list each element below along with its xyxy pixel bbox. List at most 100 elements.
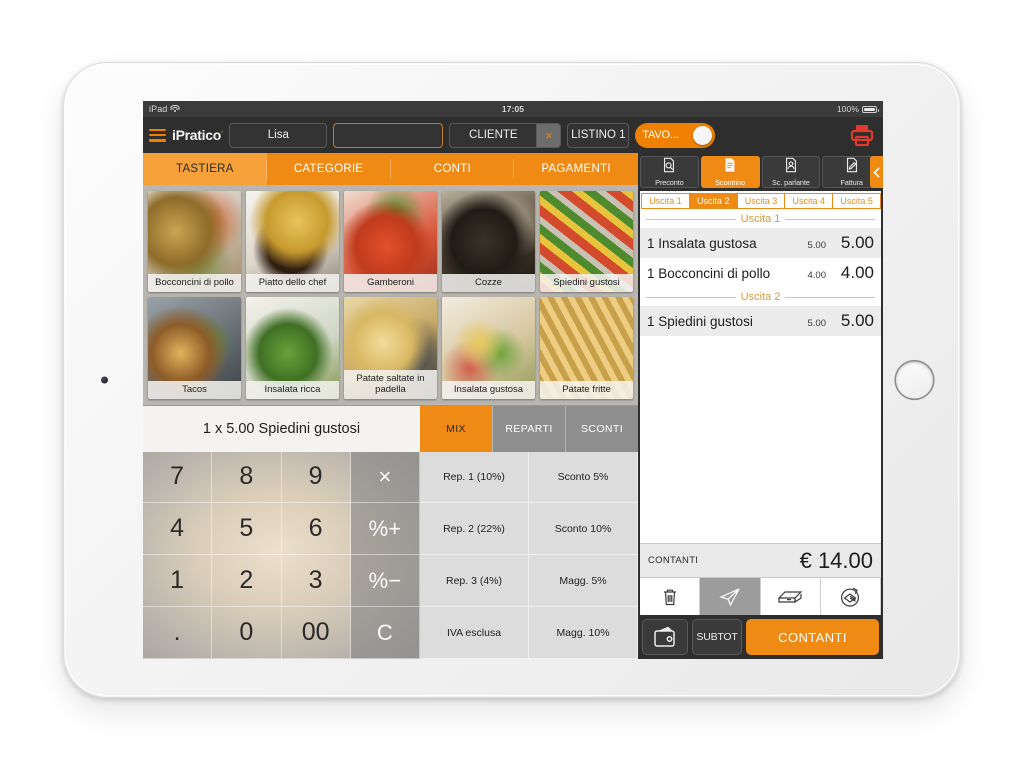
mix-tab-reparti[interactable]: REPARTI — [492, 405, 565, 452]
contanti-button[interactable]: CONTANTI — [746, 619, 879, 655]
separator-line — [785, 296, 875, 298]
key-[interactable]: %+ — [350, 503, 420, 556]
product-tile[interactable]: Insalata gustosa — [442, 297, 535, 399]
uscita-tab-1[interactable]: Uscita 1 — [641, 193, 690, 209]
product-tile[interactable]: Patate saltate in padella — [344, 297, 437, 399]
separator-line — [785, 218, 875, 220]
product-label: Insalata ricca — [246, 380, 339, 399]
ipad-screen: iPad 17:05 100% iPratico· Lisa CLIENTE ×… — [143, 101, 883, 659]
mix-tab-bar: MIX REPARTI SCONTI — [420, 405, 638, 452]
product-label: Patate saltate in padella — [344, 369, 437, 399]
search-input[interactable] — [333, 122, 444, 148]
func-key[interactable]: Rep. 2 (22%) — [420, 503, 529, 556]
total-value: € 14.00 — [799, 547, 873, 573]
uscita-tab-5[interactable]: Uscita 5 — [832, 193, 881, 209]
key-8[interactable]: 8 — [212, 451, 282, 504]
line-item-unit-price: 5.00 — [807, 240, 827, 251]
product-tile[interactable]: Patate fritte — [540, 297, 633, 399]
cash-drawer-icon[interactable] — [761, 578, 821, 615]
key-4[interactable]: 4 — [143, 503, 213, 556]
func-key[interactable]: Sconto 10% — [529, 503, 638, 556]
doc-button-scontrino[interactable]: Scontrino — [700, 156, 760, 188]
mix-tab-mix[interactable]: MIX — [420, 405, 492, 452]
product-label: Piatto dello chef — [246, 274, 339, 293]
tab-tastiera[interactable]: TASTIERA — [143, 153, 267, 185]
subtot-button[interactable]: SUBTOT — [692, 619, 742, 655]
chevron-left-icon[interactable] — [870, 156, 883, 188]
person-document-icon — [783, 157, 799, 178]
printer-icon[interactable] — [849, 123, 875, 147]
cliente-group: CLIENTE × — [449, 122, 562, 148]
trash-icon[interactable] — [640, 578, 701, 615]
product-tile[interactable]: Bocconcini di pollo — [148, 191, 241, 293]
tavolo-toggle[interactable]: TAVO... — [635, 122, 716, 148]
key-6[interactable]: 6 — [281, 503, 351, 556]
product-tile[interactable]: Insalata ricca — [246, 297, 339, 399]
tab-conti[interactable]: CONTI — [391, 153, 515, 185]
numeric-keypad: 7 8 9 × 4 5 6 %+ 1 2 3 %−. 0 00 C — [143, 451, 420, 659]
key-3[interactable]: 3 — [281, 555, 351, 608]
uscita-tab-3[interactable]: Uscita 3 — [736, 193, 786, 209]
func-key[interactable]: Rep. 1 (10%) — [420, 451, 529, 504]
key-2[interactable]: 2 — [212, 555, 282, 608]
cliente-button[interactable]: CLIENTE — [450, 123, 537, 147]
key-9[interactable]: 9 — [281, 451, 351, 504]
func-key[interactable]: Sconto 5% — [529, 451, 638, 504]
key-00[interactable]: 00 — [281, 607, 351, 659]
receipt-icon — [722, 157, 738, 178]
home-button[interactable] — [896, 361, 933, 399]
func-key[interactable]: Rep. 3 (4%) — [420, 555, 529, 608]
line-item-name: 1 Bocconcini di pollo — [647, 266, 771, 281]
send-icon — [700, 578, 761, 615]
key-[interactable]: %− — [350, 555, 420, 608]
listino-button[interactable]: LISTINO 1 — [567, 122, 630, 148]
tab-categorie[interactable]: CATEGORIE — [267, 153, 391, 185]
product-tile[interactable]: Cozze — [442, 191, 535, 293]
key-C[interactable]: C — [350, 607, 420, 659]
battery-icon — [862, 105, 879, 113]
key-0[interactable]: 0 — [212, 607, 282, 659]
refund-icon[interactable] — [821, 578, 881, 615]
keypad-row: 7 8 9 × 4 5 6 %+ 1 2 3 %−. 0 00 C Rep. 1 (10%) Sconto 5… — [143, 451, 638, 659]
receipt-line-item[interactable]: 1 Spiedini gustosi 5.00 5.00 — [640, 306, 881, 336]
func-key[interactable]: Magg. 10% — [529, 607, 638, 659]
app-brand-logo: iPratico· — [172, 127, 224, 143]
hamburger-menu-icon[interactable] — [149, 128, 166, 142]
status-bar-right: 100% — [837, 104, 879, 114]
total-label: CONTANTI — [648, 555, 699, 566]
app-body: TASTIERA CATEGORIE CONTI PAGAMENTI Bocconci… — [143, 153, 883, 659]
mix-tab-sconti[interactable]: SCONTI — [565, 405, 638, 452]
func-key[interactable]: IVA esclusa — [420, 607, 529, 659]
tab-pagamenti[interactable]: PAGAMENTI — [514, 153, 638, 185]
uscita-tab-4[interactable]: Uscita 4 — [784, 193, 834, 209]
status-bar-clock: 17:05 — [501, 104, 525, 114]
uscita-tab-bar: Uscita 1 Uscita 2 Uscita 3 Uscita 4 Uscita 5 — [640, 191, 881, 210]
product-tile[interactable]: Gamberoni — [344, 191, 437, 293]
line-item-total: 5.00 — [840, 233, 874, 252]
key-[interactable]: . — [143, 607, 213, 659]
product-tile[interactable]: Tacos — [148, 297, 241, 399]
doc-button-sc-parlante[interactable]: Sc. parlante — [761, 156, 821, 188]
main-tab-bar: TASTIERA CATEGORIE CONTI PAGAMENTI — [143, 153, 638, 185]
close-icon[interactable]: × — [536, 123, 561, 147]
product-tile[interactable]: Piatto dello chef — [246, 191, 339, 293]
bottom-action-bar: SUBTOT CONTANTI — [638, 615, 883, 659]
line-item-name: 1 Insalata gustosa — [647, 236, 757, 251]
operator-field[interactable]: Lisa — [229, 122, 328, 148]
receipt-line-item[interactable]: 1 Insalata gustosa 5.00 5.00 — [640, 228, 881, 258]
brand-text: iPratico — [172, 127, 221, 143]
document-edit-icon — [844, 157, 860, 178]
doc-button-preconto[interactable]: Preconto — [640, 156, 699, 188]
receipt-line-item[interactable]: 1 Bocconcini di pollo 4.00 4.00 — [640, 258, 881, 288]
key-7[interactable]: 7 — [143, 451, 213, 504]
key-[interactable]: × — [350, 451, 420, 504]
key-5[interactable]: 5 — [212, 503, 282, 556]
uscita-tab-2[interactable]: Uscita 2 — [688, 193, 738, 209]
func-key[interactable]: Magg. 5% — [529, 555, 638, 608]
product-label: Spiedini gustosi — [540, 274, 633, 293]
separator-line — [646, 218, 736, 220]
display-row: 1 x 5.00 Spiedini gustosi MIX REPARTI SCON… — [143, 404, 638, 452]
key-1[interactable]: 1 — [143, 555, 213, 608]
wallet-icon[interactable] — [642, 619, 688, 655]
product-tile[interactable]: Spiedini gustosi — [540, 191, 633, 293]
